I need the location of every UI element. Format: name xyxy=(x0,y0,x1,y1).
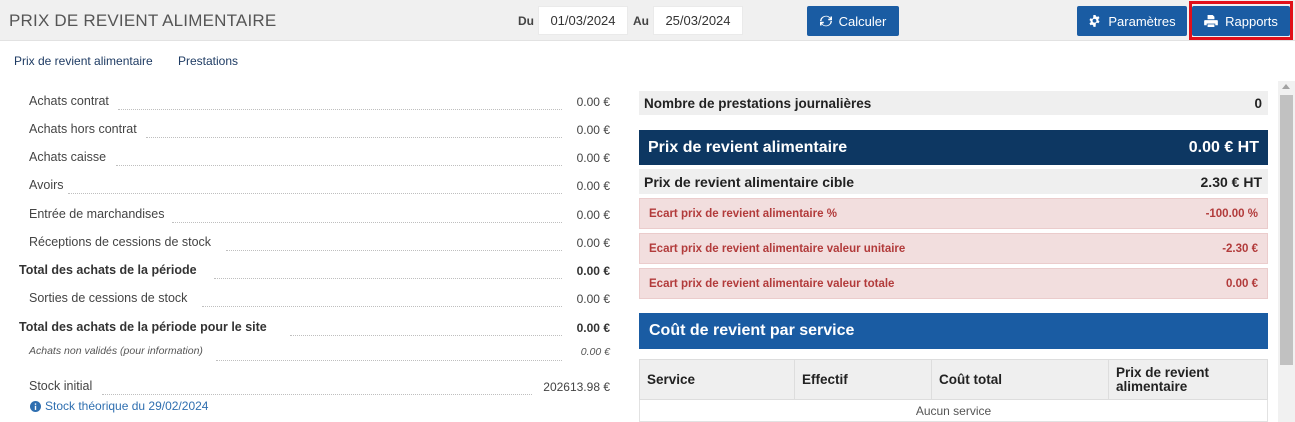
col-cout-total: Coût total xyxy=(931,359,1109,400)
settings-label: Paramètres xyxy=(1108,13,1176,29)
scroll-thumb[interactable] xyxy=(1280,95,1293,365)
service-table: Service Effectif Coût total Prix de revi… xyxy=(639,359,1268,422)
list-item-total: Total des achats de la période 0.00 € xyxy=(19,263,610,279)
reports-highlight xyxy=(1189,1,1293,40)
ecart-unit-value: -2.30 € xyxy=(1222,242,1258,255)
prix-revient-label: Prix de revient alimentaire xyxy=(648,138,848,156)
info-icon xyxy=(30,400,41,412)
gear-icon xyxy=(1089,14,1100,27)
service-cost-title: Coût de revient par service xyxy=(649,322,855,339)
ecart-pct-label: Ecart prix de revient alimentaire % xyxy=(649,207,837,220)
list-item-total-site: Total des achats de la période pour le s… xyxy=(19,320,610,336)
nb-prestations-row: Nombre de prestations journalières 0 xyxy=(639,91,1268,115)
nb-prestations-value: 0 xyxy=(1254,95,1262,111)
list-item: Achats hors contrat 0.00 € xyxy=(29,122,610,138)
from-date-input[interactable] xyxy=(538,6,628,35)
list-item: Sorties de cessions de stock 0.00 € xyxy=(29,291,610,307)
prix-revient-value: 0.00 € HT xyxy=(1188,138,1259,156)
ecart-pct-value: -100.00 % xyxy=(1205,207,1258,220)
empty-message: Aucun service xyxy=(639,399,1268,422)
cible-row: Prix de revient alimentaire cible 2.30 €… xyxy=(639,169,1268,194)
prix-revient-row: Prix de revient alimentaire 0.00 € HT xyxy=(639,130,1268,165)
col-prix-revient: Prix de revient alimentaire xyxy=(1108,359,1268,400)
list-item-stock: Stock initial 202613.98 € xyxy=(29,379,610,395)
cible-label: Prix de revient alimentaire cible xyxy=(644,173,855,190)
scroll-up-icon[interactable] xyxy=(1282,84,1290,89)
stock-theorique-link[interactable]: Stock théorique du 29/02/2024 xyxy=(30,399,208,413)
col-effectif: Effectif xyxy=(794,359,932,400)
ecart-total-value: 0.00 € xyxy=(1226,277,1258,290)
calculate-button[interactable]: Calculer xyxy=(807,6,899,36)
nb-prestations-label: Nombre de prestations journalières xyxy=(644,95,872,111)
to-date-input[interactable] xyxy=(653,6,743,35)
list-item-info: Achats non validés (pour information) 0.… xyxy=(0,345,612,365)
ecart-total-row: Ecart prix de revient alimentaire valeur… xyxy=(639,268,1268,299)
top-bar: PRIX DE REVIENT ALIMENTAIRE Du Au Calcul… xyxy=(0,0,1295,41)
ecart-total-label: Ecart prix de revient alimentaire valeur… xyxy=(649,277,895,290)
cible-value: 2.30 € HT xyxy=(1200,173,1262,190)
ecart-pct-row: Ecart prix de revient alimentaire % -100… xyxy=(639,198,1268,229)
service-cost-header: Coût de revient par service xyxy=(639,313,1268,349)
vertical-scrollbar[interactable] xyxy=(1278,81,1295,422)
from-date-label: Du xyxy=(518,14,534,28)
col-service: Service xyxy=(639,359,795,400)
settings-button[interactable]: Paramètres xyxy=(1077,6,1187,36)
table-row: Aucun service xyxy=(639,399,1268,422)
page-title: PRIX DE REVIENT ALIMENTAIRE xyxy=(9,11,277,30)
calculate-label: Calculer xyxy=(838,13,887,29)
refresh-icon xyxy=(819,15,832,27)
tab-prestations[interactable]: Prestations xyxy=(178,54,238,68)
tab-prix-de-revient[interactable]: Prix de revient alimentaire xyxy=(14,54,153,68)
to-date-label: Au xyxy=(633,14,649,28)
list-item: Avoirs 0.00 € xyxy=(29,178,610,194)
list-item: Achats caisse 0.00 € xyxy=(29,150,610,166)
list-item: Entrée de marchandises 0.00 € xyxy=(29,207,610,223)
list-item: Réceptions de cessions de stock 0.00 € xyxy=(29,235,610,251)
ecart-unit-label: Ecart prix de revient alimentaire valeur… xyxy=(649,242,906,255)
ecart-unit-row: Ecart prix de revient alimentaire valeur… xyxy=(639,233,1268,264)
list-item: Achats contrat 0.00 € xyxy=(29,94,610,110)
